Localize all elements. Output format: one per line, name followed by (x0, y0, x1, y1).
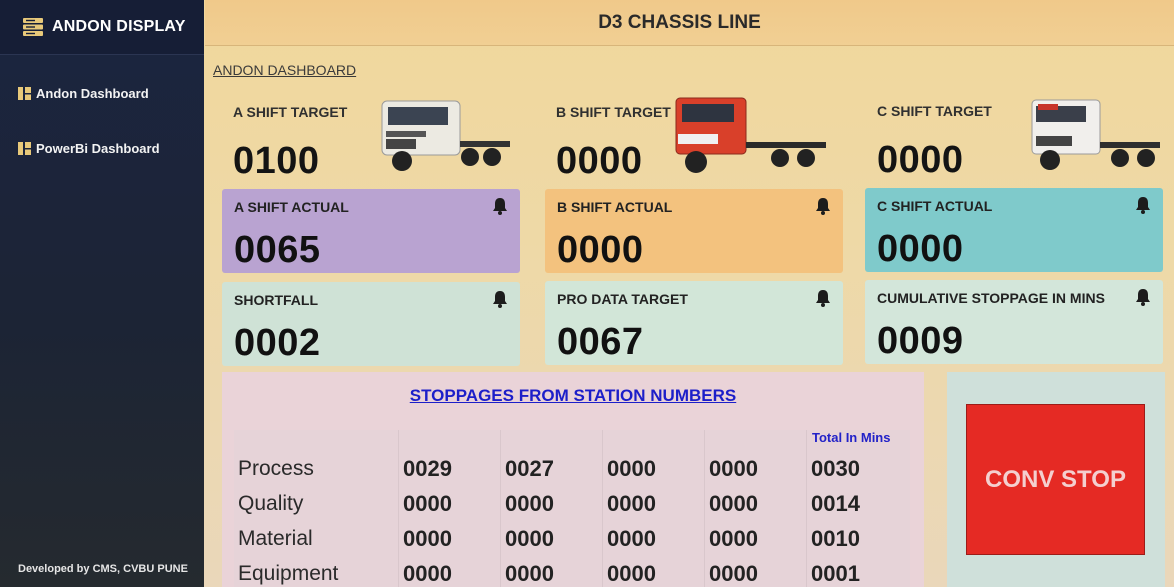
column-divider (398, 430, 399, 587)
sidebar: ANDON DISPLAY Andon Dashboard PowerBi Da… (0, 0, 204, 587)
card-value: 0067 (557, 321, 644, 363)
table-cell: 0000 (607, 561, 656, 586)
c-shift-actual-card: C SHIFT ACTUAL 0000 (865, 188, 1163, 272)
table-cell: 0000 (403, 561, 452, 586)
table-cell: 0000 (505, 561, 554, 586)
card-value: 0000 (877, 228, 964, 270)
table-cell: 0029 (403, 456, 452, 481)
sidebar-item-andon-dashboard[interactable]: Andon Dashboard (0, 82, 149, 104)
table-cell-total: 0010 (811, 526, 860, 551)
stoppages-panel: STOPPAGES FROM STATION NUMBERS Total In … (222, 372, 924, 587)
a-shift-target-label: A SHIFT TARGET (233, 104, 348, 120)
card-label: SHORTFALL (234, 292, 318, 308)
dashboard-icon (18, 141, 31, 155)
truck-icon (675, 97, 826, 173)
truck-icon (381, 100, 510, 171)
brand: ANDON DISPLAY (0, 0, 204, 55)
column-divider (806, 430, 807, 587)
b-shift-target-label: B SHIFT TARGET (556, 104, 671, 120)
table-row-label: Process (238, 457, 314, 480)
bell-icon[interactable] (492, 290, 508, 308)
total-in-mins-header: Total In Mins (812, 430, 891, 445)
conv-stop-button[interactable]: CONV STOP (966, 404, 1145, 555)
dashboard-icon (18, 86, 31, 100)
stoppages-title[interactable]: STOPPAGES FROM STATION NUMBERS (222, 386, 924, 406)
bell-icon[interactable] (1135, 196, 1151, 214)
table-cell: 0000 (505, 491, 554, 516)
table-row-label: Material (238, 527, 313, 550)
card-value: 0000 (557, 229, 644, 271)
table-cell: 0000 (709, 526, 758, 551)
a-shift-target-value: 0100 (233, 140, 320, 182)
card-value: 0009 (877, 320, 964, 362)
page-title: D3 CHASSIS LINE (598, 11, 761, 33)
bell-icon[interactable] (815, 197, 831, 215)
card-label: PRO DATA TARGET (557, 291, 688, 307)
card-label: A SHIFT ACTUAL (234, 199, 349, 215)
a-shift-actual-card: A SHIFT ACTUAL 0065 (222, 189, 520, 273)
bell-icon[interactable] (1135, 288, 1151, 306)
footer-credit: Developed by CMS, CVBU PUNE (18, 563, 188, 575)
pro-data-target-card: PRO DATA TARGET 0067 (545, 281, 843, 365)
column-divider (500, 430, 501, 587)
table-cell: 0000 (607, 491, 656, 516)
column-divider (704, 430, 705, 587)
table-cell: 0000 (607, 526, 656, 551)
card-label: CUMULATIVE STOPPAGE IN MINS (877, 290, 1105, 306)
conv-stop-panel: CONV STOP (947, 372, 1165, 587)
table-cell-total: 0001 (811, 561, 860, 586)
truck-icon (1031, 99, 1160, 170)
table-cell: 0000 (709, 491, 758, 516)
table-cell-total: 0014 (811, 491, 860, 516)
shortfall-card: SHORTFALL 0002 (222, 282, 520, 366)
c-shift-target-value: 0000 (877, 139, 964, 181)
bell-icon[interactable] (492, 197, 508, 215)
table-cell: 0000 (403, 491, 452, 516)
b-shift-actual-card: B SHIFT ACTUAL 0000 (545, 189, 843, 273)
table-cell: 0000 (709, 561, 758, 586)
table-row-label: Equipment (238, 562, 339, 585)
sidebar-item-label: PowerBi Dashboard (36, 140, 160, 156)
cumulative-stoppage-card: CUMULATIVE STOPPAGE IN MINS 0009 (865, 280, 1163, 364)
table-cell: 0000 (403, 526, 452, 551)
card-label: C SHIFT ACTUAL (877, 198, 993, 214)
b-shift-target-value: 0000 (556, 140, 643, 182)
table-row-label: Quality (238, 492, 304, 515)
table-cell: 0027 (505, 456, 554, 481)
server-icon (23, 18, 43, 36)
card-value: 0002 (234, 322, 321, 364)
column-divider (602, 430, 603, 587)
table-cell: 0000 (505, 526, 554, 551)
sidebar-item-label: Andon Dashboard (36, 85, 149, 101)
c-shift-target-label: C SHIFT TARGET (877, 103, 992, 119)
breadcrumb[interactable]: ANDON DASHBOARD (213, 62, 356, 78)
sidebar-item-powerbi-dashboard[interactable]: PowerBi Dashboard (0, 137, 160, 159)
table-cell: 0000 (709, 456, 758, 481)
app-title: ANDON DISPLAY (52, 18, 186, 35)
bell-icon[interactable] (815, 289, 831, 307)
card-value: 0065 (234, 229, 321, 271)
header: D3 CHASSIS LINE (205, 0, 1174, 46)
card-label: B SHIFT ACTUAL (557, 199, 673, 215)
table-cell: 0000 (607, 456, 656, 481)
table-cell-total: 0030 (811, 456, 860, 481)
